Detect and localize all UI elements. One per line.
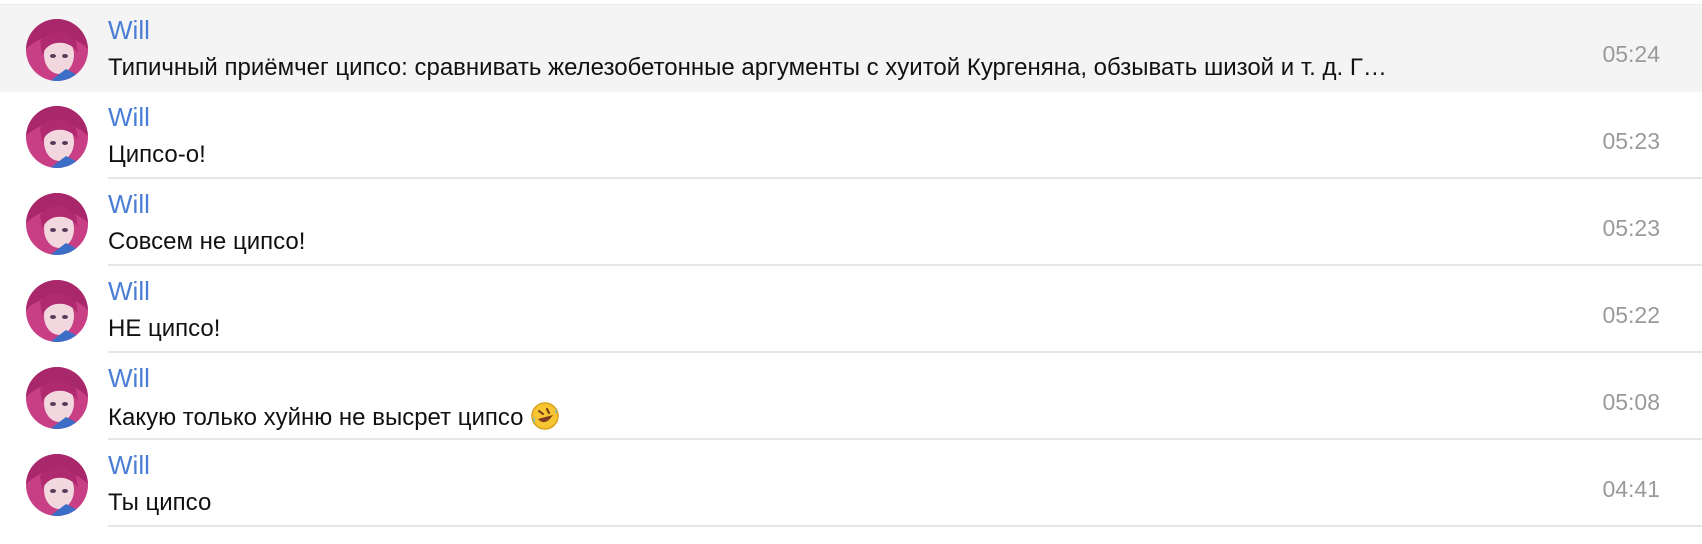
message-search-results: Will Типичный приёмчег ципсо: сравнивать… (0, 0, 1702, 527)
rolling-on-floor-laughing-emoji (530, 401, 560, 439)
anime-avatar-icon (26, 19, 88, 81)
message-time: 05:08 (1602, 389, 1660, 415)
message-text: Какую только хуйню не высрет ципсо (108, 404, 524, 431)
message-time: 05:23 (1602, 215, 1660, 241)
message-text: Типичный приёмчег ципсо: сравнивать желе… (108, 54, 1387, 81)
message-time: 05:22 (1602, 302, 1660, 328)
sender-name: Will (108, 276, 150, 306)
sender-name: Will (108, 363, 150, 393)
message-text: Совсем не ципсо! (108, 228, 306, 255)
sender-name: Will (108, 102, 150, 132)
message-text: Ципсо-о! (108, 141, 206, 168)
message-time: 05:23 (1602, 128, 1660, 154)
message-time: 05:24 (1602, 41, 1660, 67)
message-row[interactable]: Will Ципсо-о! 05:23 (0, 92, 1702, 179)
avatar[interactable] (26, 454, 88, 516)
sender-name: Will (108, 189, 150, 219)
anime-avatar-icon (26, 106, 88, 168)
avatar[interactable] (26, 193, 88, 255)
anime-avatar-icon (26, 367, 88, 429)
message-text: НЕ ципсо! (108, 315, 221, 342)
message-text: Ты ципсо (108, 489, 212, 516)
avatar[interactable] (26, 367, 88, 429)
avatar[interactable] (26, 106, 88, 168)
avatar[interactable] (26, 280, 88, 342)
message-row[interactable]: Will Какую только хуйню не высрет ципсо … (0, 353, 1702, 440)
message-row[interactable]: Will Совсем не ципсо! 05:23 (0, 179, 1702, 266)
anime-avatar-icon (26, 280, 88, 342)
avatar[interactable] (26, 19, 88, 81)
message-row[interactable]: Will Ты ципсо 04:41 (0, 440, 1702, 527)
anime-avatar-icon (26, 454, 88, 516)
message-row[interactable]: Will Типичный приёмчег ципсо: сравнивать… (0, 5, 1702, 92)
row-divider (108, 525, 1702, 527)
anime-avatar-icon (26, 193, 88, 255)
sender-name: Will (108, 15, 150, 45)
message-time: 04:41 (1602, 476, 1660, 502)
message-text-wrapper: Какую только хуйню не высрет ципсо (108, 401, 1574, 439)
sender-name: Will (108, 450, 150, 480)
message-row[interactable]: Will НЕ ципсо! 05:22 (0, 266, 1702, 353)
